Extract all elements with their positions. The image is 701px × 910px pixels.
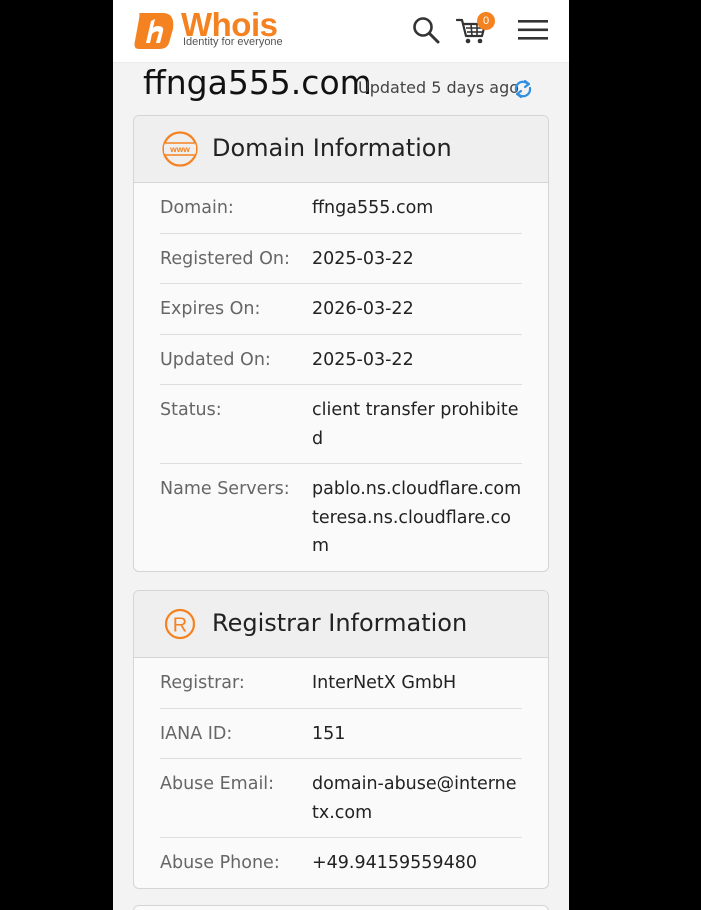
refresh-icon[interactable] bbox=[512, 78, 534, 100]
info-row: Registrar: InterNetX GmbH bbox=[160, 658, 522, 709]
logo-mark-icon bbox=[134, 13, 174, 49]
whois-logo[interactable]: Whois Identity for everyone bbox=[133, 6, 289, 51]
info-row: Registered On: 2025-03-22 bbox=[160, 234, 522, 284]
info-row: Abuse Phone: +49.94159559480 bbox=[160, 838, 522, 888]
hamburger-menu-icon[interactable] bbox=[518, 18, 548, 42]
info-label: Registered On: bbox=[160, 248, 290, 269]
info-label: Status: bbox=[160, 400, 222, 420]
info-row: Status: client transfer prohibited bbox=[160, 385, 522, 464]
info-label: Abuse Email: bbox=[160, 774, 275, 794]
info-value: 2025-03-22 bbox=[312, 349, 414, 370]
info-label: Name Servers: bbox=[160, 479, 290, 499]
search-icon[interactable] bbox=[412, 16, 440, 44]
info-row: IANA ID: 151 bbox=[160, 709, 522, 759]
info-row: Domain: ffnga555.com bbox=[160, 183, 522, 234]
card-header: R Registrar Information bbox=[134, 591, 548, 658]
registrar-information-card: R Registrar Information Registrar: InterN… bbox=[133, 590, 549, 889]
info-label: IANA ID: bbox=[160, 723, 233, 744]
info-label: Abuse Phone: bbox=[160, 853, 280, 873]
card-title: Domain Information bbox=[212, 134, 452, 162]
svg-text:www: www bbox=[169, 144, 190, 154]
info-value: ffnga555.com bbox=[312, 198, 434, 218]
page: Whois Identity for everyone 0 ffnga555.c… bbox=[113, 0, 569, 910]
site-header: Whois Identity for everyone 0 bbox=[113, 0, 569, 63]
domain-title-row: ffnga555.com Updated 5 days ago bbox=[143, 62, 563, 112]
registrar-info-rows: Registrar: InterNetX GmbH IANA ID: 151 Abuse… bbox=[134, 658, 548, 888]
info-label: Expires On: bbox=[160, 299, 261, 319]
info-value: 151 bbox=[312, 723, 346, 744]
www-globe-icon: www bbox=[162, 131, 198, 167]
logo-tagline: Identity for everyone bbox=[183, 36, 283, 48]
next-section-card bbox=[133, 905, 549, 910]
info-row: Updated On: 2025-03-22 bbox=[160, 335, 522, 385]
info-value: InterNetX GmbH bbox=[312, 673, 457, 693]
cart-count-badge: 0 bbox=[477, 12, 495, 30]
domain-information-card: www Domain Information Domain: ffnga555.c… bbox=[133, 115, 549, 572]
domain-info-rows: Domain: ffnga555.com Registered On: 2025-03… bbox=[134, 183, 548, 571]
info-label: Updated On: bbox=[160, 349, 271, 370]
page-title: ffnga555.com bbox=[143, 63, 372, 102]
card-header: www Domain Information bbox=[134, 116, 548, 183]
info-row: Abuse Email: domain-abuse@internetx.com bbox=[160, 759, 522, 838]
registered-trademark-icon: R bbox=[164, 608, 196, 640]
svg-text:R: R bbox=[173, 615, 187, 637]
info-value: 2025-03-22 bbox=[312, 248, 414, 269]
card-title: Registrar Information bbox=[212, 609, 468, 637]
updated-status: Updated 5 days ago bbox=[358, 78, 520, 97]
info-label: Domain: bbox=[160, 198, 234, 218]
info-value: domain-abuse@internetx.com bbox=[312, 774, 517, 823]
info-value: pablo.ns.cloudflare.com teresa.ns.cloudf… bbox=[312, 479, 522, 556]
info-value: +49.94159559480 bbox=[312, 853, 477, 873]
info-row: Name Servers: pablo.ns.cloudflare.com ter… bbox=[160, 464, 522, 571]
info-value: 2026-03-22 bbox=[312, 299, 414, 319]
info-label: Registrar: bbox=[160, 673, 245, 693]
cart-button[interactable]: 0 bbox=[455, 12, 495, 46]
info-row: Expires On: 2026-03-22 bbox=[160, 284, 522, 335]
info-value: client transfer prohibited bbox=[312, 400, 519, 449]
